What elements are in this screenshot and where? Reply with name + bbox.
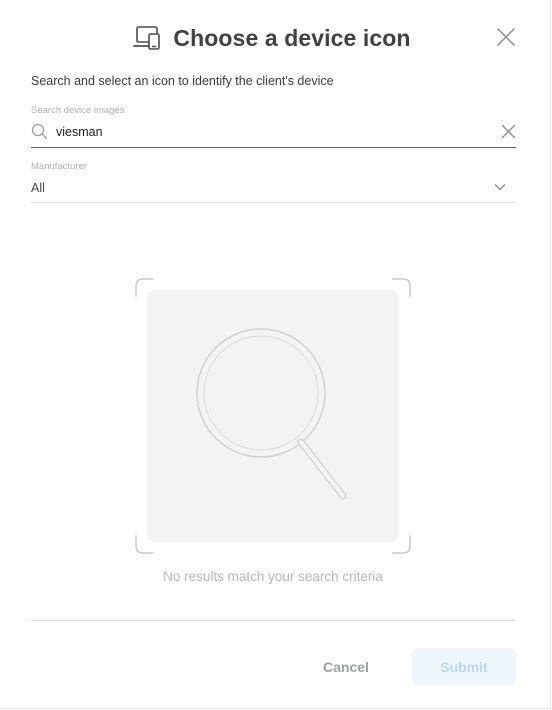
clear-search-button[interactable]: [501, 124, 516, 139]
dialog-title: Choose a device icon: [173, 24, 411, 51]
search-field: [31, 120, 516, 148]
search-icon: [31, 123, 48, 140]
cancel-button[interactable]: Cancel: [306, 649, 386, 685]
dialog-subtitle: Search and select an icon to identify th…: [31, 74, 334, 88]
choose-device-icon-dialog: Choose a device icon Search and select a…: [0, 0, 551, 709]
manufacturer-value: All: [31, 181, 45, 195]
chevron-down-icon: [494, 184, 506, 191]
close-button[interactable]: [496, 27, 516, 47]
search-label: Search device images: [31, 105, 125, 116]
empty-results-message: No results match your search criteria: [163, 569, 383, 584]
magnifier-illustration: [135, 278, 411, 554]
clear-icon: [501, 124, 516, 139]
dialog-header: Choose a device icon: [0, 20, 550, 56]
close-icon: [497, 28, 515, 46]
submit-button[interactable]: Submit: [412, 648, 516, 685]
devices-icon: [133, 26, 161, 50]
manufacturer-select[interactable]: All: [31, 176, 516, 203]
footer-divider: [31, 620, 516, 621]
manufacturer-label: Manufacturer: [31, 161, 87, 172]
search-input[interactable]: [56, 123, 476, 141]
